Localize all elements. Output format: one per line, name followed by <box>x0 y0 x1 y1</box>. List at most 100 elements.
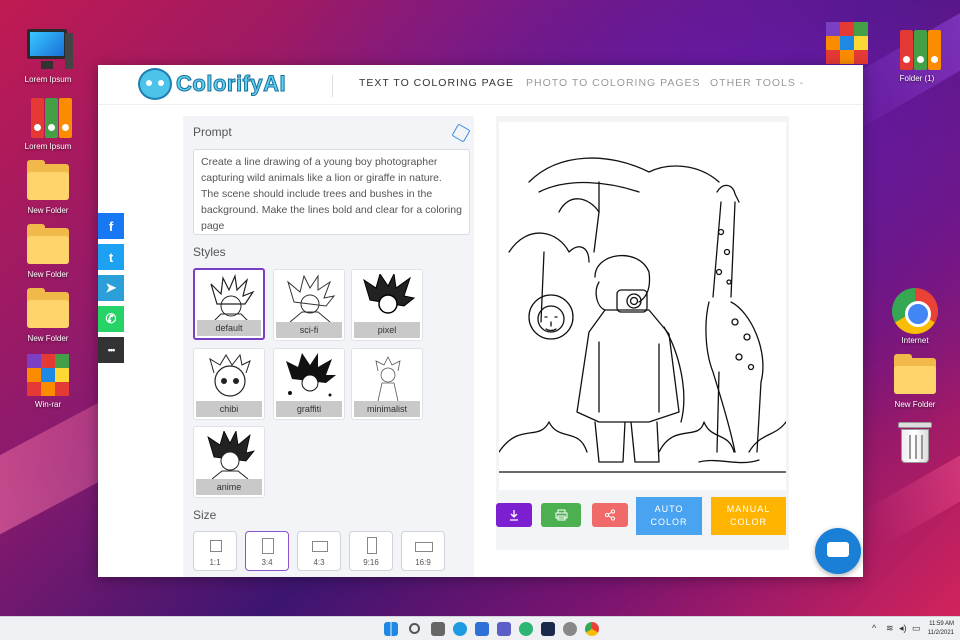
windows-start-icon[interactable] <box>384 622 398 636</box>
size-option-4-3[interactable]: 4:3 <box>297 531 341 571</box>
desktop-icon-internet[interactable]: Internet <box>880 288 950 345</box>
download-icon <box>510 510 518 521</box>
search-icon[interactable] <box>409 623 420 634</box>
size-label: 4:3 <box>313 558 325 567</box>
more-icon: ••• <box>107 345 116 355</box>
cube-icon[interactable] <box>451 123 471 143</box>
style-chibi-thumbnail <box>209 353 251 397</box>
desktop-icon-computer[interactable]: Lorem Ipsum <box>13 27 83 84</box>
top-nav: ColorifyAI TEXT TO COLORING PAGE PHOTO T… <box>98 65 863 105</box>
style-label: graffiti <box>276 401 342 417</box>
app-icon[interactable] <box>541 622 555 636</box>
nav-photo-to-coloring[interactable]: PHOTO TO COLORING PAGES <box>526 77 701 89</box>
desktop-icon-winrar[interactable]: Win-rar <box>13 352 83 409</box>
desktop-icon-label: New Folder <box>27 334 69 343</box>
style-label: sci-fi <box>276 322 342 338</box>
desktop-icon-label: New Folder <box>27 206 69 215</box>
desktop-icon-label: Win-rar <box>34 400 62 409</box>
camera-icon[interactable] <box>431 622 445 636</box>
style-label: pixel <box>354 322 420 338</box>
style-pixel-thumbnail <box>363 274 416 314</box>
volume-icon[interactable]: ◂) <box>899 623 907 634</box>
settings-icon[interactable] <box>563 622 577 636</box>
nav-text-to-coloring[interactable]: TEXT TO COLORING PAGE <box>359 77 514 89</box>
colorify-logo[interactable]: ColorifyAI <box>138 68 286 100</box>
style-label: minimalist <box>354 401 420 417</box>
whatsapp-share-button[interactable]: ✆ <box>98 306 124 332</box>
desktop-icon-label: Folder (1) <box>899 74 935 83</box>
whatsapp-icon: ✆ <box>105 311 117 326</box>
style-graffiti[interactable]: graffiti <box>273 348 345 420</box>
style-anime[interactable]: anime <box>193 426 265 498</box>
chat-button[interactable] <box>815 528 861 574</box>
manual-color-button[interactable]: MANUAL COLOR <box>711 497 786 535</box>
more-share-button[interactable]: ••• <box>98 337 124 363</box>
size-option-1-1[interactable]: 1:1 <box>193 531 237 571</box>
coloring-page-illustration <box>498 157 787 473</box>
nav-other-tools[interactable]: OTHER TOOLS - <box>710 77 804 89</box>
folder-icon <box>25 286 71 332</box>
desktop-icon-label: Internet <box>901 336 929 345</box>
desktop-icon-label: New Folder <box>894 400 936 409</box>
size-option-16-9[interactable]: 16:9 <box>401 531 445 571</box>
style-chibi[interactable]: chibi <box>193 348 265 420</box>
binders-icon <box>894 26 941 72</box>
download-button[interactable] <box>496 503 532 527</box>
prompt-textarea[interactable]: Create a line drawing of a young boy pho… <box>193 149 470 235</box>
desktop-icon-folder-1[interactable]: New Folder <box>13 158 83 215</box>
style-pixel[interactable]: pixel <box>351 269 423 341</box>
style-default-thumbnail <box>210 274 255 322</box>
teams-icon[interactable] <box>497 622 511 636</box>
styles-heading: Styles <box>193 245 226 259</box>
tray-chevron-icon[interactable]: ^ <box>872 623 876 633</box>
telegram-icon: ➤ <box>105 280 117 295</box>
generator-panel: Prompt Create a line drawing of a young … <box>183 116 474 577</box>
auto-color-button[interactable]: AUTO COLOR <box>636 497 702 535</box>
recycle-bin-icon <box>892 420 938 466</box>
desktop-icon-recycle-bin[interactable] <box>880 420 950 468</box>
battery-icon[interactable]: ▭ <box>912 623 921 634</box>
desktop-icon-label: New Folder <box>27 270 69 279</box>
maps-icon[interactable] <box>519 622 533 636</box>
clock-time: 11:59 AM <box>929 621 954 627</box>
folder-icon <box>25 158 71 204</box>
size-option-9-16[interactable]: 9:16 <box>349 531 393 571</box>
print-button[interactable] <box>541 503 581 527</box>
style-minimalist-thumbnail <box>375 356 401 401</box>
taskbar: ^ ≋ ◂) ▭ 11:59 AM 11/2/2021 <box>0 616 960 640</box>
desktop-icon-folder-3[interactable]: New Folder <box>13 286 83 343</box>
style-label: chibi <box>196 401 262 417</box>
chrome-taskbar-icon[interactable] <box>585 622 599 636</box>
desktop-icon-folder-right[interactable]: New Folder <box>880 352 950 409</box>
style-minimalist[interactable]: minimalist <box>351 348 423 420</box>
size-label: 9:16 <box>363 558 379 567</box>
style-default[interactable]: default <box>193 268 265 340</box>
size-heading: Size <box>193 508 217 522</box>
style-sci-fi-thumbnail <box>287 274 336 322</box>
network-icon[interactable]: ≋ <box>886 623 894 634</box>
store-icon[interactable] <box>475 622 489 636</box>
folder-icon <box>25 222 71 268</box>
desktop-icon-winrar-right[interactable] <box>812 20 882 68</box>
taskbar-clock[interactable]: 11:59 AM 11/2/2021 <box>924 620 954 638</box>
desktop-icon-folder-2[interactable]: New Folder <box>13 222 83 279</box>
folder-icon <box>892 352 938 398</box>
winrar-icon <box>824 20 870 66</box>
telegram-share-button[interactable]: ➤ <box>98 275 124 301</box>
share-button[interactable] <box>592 503 628 527</box>
generated-coloring-page <box>498 122 787 490</box>
style-sci-fi[interactable]: sci-fi <box>273 269 345 341</box>
edge-icon[interactable] <box>453 622 467 636</box>
print-icon <box>555 509 567 521</box>
twitter-share-button[interactable]: t <box>98 244 124 270</box>
clock-date: 11/2/2021 <box>927 630 954 636</box>
desktop-icon-folder-1-binders[interactable]: Folder (1) <box>882 26 952 83</box>
style-label: default <box>197 320 261 336</box>
facebook-share-button[interactable]: f <box>98 213 124 239</box>
size-label: 16:9 <box>415 558 431 567</box>
desktop-icon-binders[interactable]: Lorem Ipsum <box>13 94 83 151</box>
size-option-3-4[interactable]: 3:4 <box>245 531 289 571</box>
colorify-app-window: ColorifyAI TEXT TO COLORING PAGE PHOTO T… <box>98 65 863 577</box>
twitter-icon: t <box>108 249 114 265</box>
mascot-icon <box>138 68 172 100</box>
